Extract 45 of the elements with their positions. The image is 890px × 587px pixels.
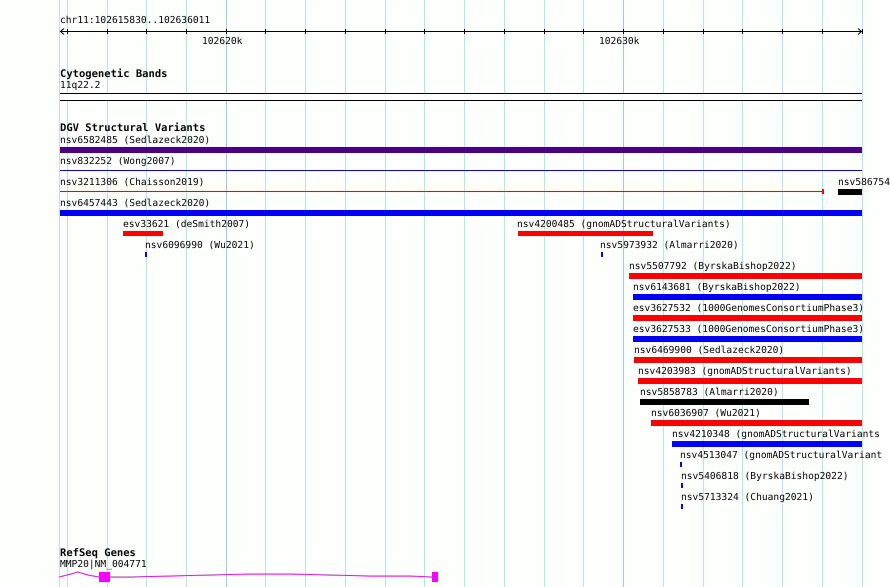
ruler-tick-label: 102620k bbox=[202, 36, 242, 47]
variant-label: nsv4513047 (gnomADStructuralVariant bbox=[680, 450, 882, 461]
variant-label: nsv5858783 (Almarri2020) bbox=[640, 387, 779, 398]
variant-label: nsv5713324 (Chuang2021) bbox=[681, 492, 814, 503]
gene-model-drawing[interactable] bbox=[58, 571, 438, 582]
variant-bar[interactable] bbox=[672, 441, 862, 447]
variant-label: nsv6143681 (ByrskaBishop2022) bbox=[633, 282, 801, 293]
variant-label: esv33621 (deSmith2007) bbox=[123, 219, 250, 230]
variant-label: nsv586754 bbox=[838, 177, 890, 188]
variant-label: nsv4200485 (gnomADStructuralVariants) bbox=[517, 219, 731, 230]
variant-bar[interactable] bbox=[60, 147, 862, 153]
variant-label: nsv4203983 (gnomADStructuralVariants) bbox=[638, 366, 852, 377]
track-title: Cytogenetic Bands bbox=[60, 68, 168, 80]
variant-label: esv3627532 (1000GenomesConsortiumPhase3) bbox=[633, 303, 864, 314]
variant-bar[interactable] bbox=[651, 420, 862, 426]
ruler-tick-label: 102630k bbox=[599, 36, 640, 47]
variant-label: esv3627533 (1000GenomesConsortiumPhase3) bbox=[633, 324, 864, 335]
variant-label: nsv6582485 (Sedlazeck2020) bbox=[60, 135, 210, 146]
variant-label: nsv832252 (Wong2007) bbox=[60, 156, 176, 167]
variant-label: nsv6457443 (Sedlazeck2020) bbox=[60, 198, 210, 209]
variant-label: nsv6469900 (Sedlazeck2020) bbox=[634, 345, 784, 356]
variant-bar[interactable] bbox=[123, 231, 163, 236]
variant-bar[interactable] bbox=[633, 294, 862, 300]
variant-label: nsv4210348 (gnomADStructuralVariants bbox=[672, 429, 880, 440]
track-title: RefSeq Genes bbox=[60, 547, 136, 559]
variant-label: nsv3211306 (Chaisson2019) bbox=[60, 177, 204, 188]
variant-label: nsv5406818 (ByrskaBishop2022) bbox=[681, 471, 849, 482]
variant-label: nsv5507792 (ByrskaBishop2022) bbox=[629, 261, 797, 272]
band-label: 11q22.2 bbox=[60, 80, 100, 91]
variant-label: nsv5973932 (Almarri2020) bbox=[600, 240, 739, 251]
variant-bar[interactable] bbox=[640, 399, 809, 405]
variant-bar[interactable] bbox=[633, 336, 862, 342]
variant-bar[interactable] bbox=[638, 378, 862, 384]
variant-bar[interactable] bbox=[629, 273, 862, 279]
cytoband-bar[interactable] bbox=[60, 93, 862, 101]
track-title: DGV Structural Variants bbox=[60, 122, 206, 134]
location-label: chr11:102615830..102636011 bbox=[60, 15, 210, 26]
variant-bar[interactable] bbox=[518, 231, 653, 236]
variant-bar[interactable] bbox=[838, 189, 862, 195]
variant-bar[interactable] bbox=[633, 315, 862, 321]
gene-label: MMP20|NM_004771 bbox=[60, 559, 147, 570]
variant-bar[interactable] bbox=[60, 210, 862, 216]
variant-label: nsv6036907 (Wu2021) bbox=[651, 408, 761, 419]
variant-bar[interactable] bbox=[634, 357, 862, 363]
variant-label: nsv6096990 (Wu2021) bbox=[145, 240, 255, 251]
